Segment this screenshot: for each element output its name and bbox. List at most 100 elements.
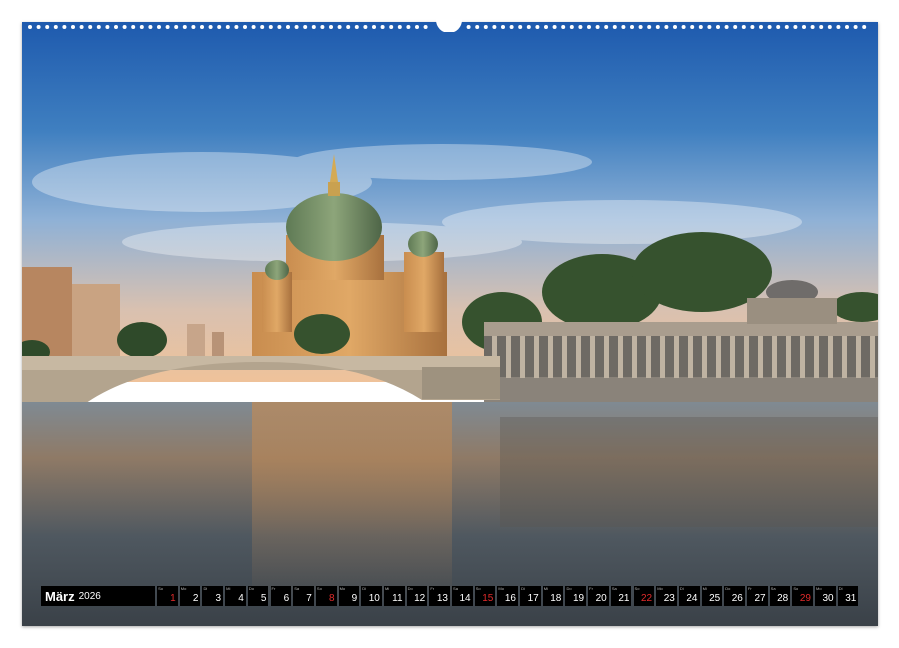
- binding-hole: [209, 25, 213, 29]
- trees: [117, 322, 167, 358]
- month-year: 2026: [79, 591, 101, 602]
- day-cell: Di24: [679, 586, 700, 606]
- weekday-label: Sa: [294, 586, 299, 591]
- colonnade-column: [590, 336, 595, 378]
- binding-hole: [191, 25, 195, 29]
- binding-hole: [295, 25, 299, 29]
- binding-hole: [140, 25, 144, 29]
- binding-hole: [639, 25, 643, 29]
- binding-hole: [45, 25, 49, 29]
- binding-hole: [819, 25, 823, 29]
- weekday-label: Fr: [589, 586, 593, 591]
- binding-hole: [88, 25, 92, 29]
- binding-hole: [277, 25, 281, 29]
- weekday-label: So: [476, 586, 481, 591]
- binding-hole: [80, 25, 84, 29]
- day-cell: Do5: [248, 586, 269, 606]
- binding-hole: [329, 25, 333, 29]
- day-cell: Fr27: [747, 586, 768, 606]
- binding-hole: [802, 25, 806, 29]
- binding-hole: [475, 25, 479, 29]
- weekday-label: So: [793, 586, 798, 591]
- colonnade-column: [716, 336, 721, 378]
- colonnade-column: [786, 336, 791, 378]
- binding-hole: [750, 25, 754, 29]
- binding-hole: [587, 25, 591, 29]
- colonnade-column: [702, 336, 707, 378]
- colonnade-column: [842, 336, 847, 378]
- binding-hole: [363, 25, 367, 29]
- colonnade-column: [618, 336, 623, 378]
- binding-hole: [630, 25, 634, 29]
- weekday-label: Mo: [816, 586, 822, 591]
- day-cell: Fr20: [588, 586, 609, 606]
- calendar-strip: März 2026 So1Mo2Di3Mi4Do5Fr6Sa7So8Mo9Di1…: [41, 586, 858, 606]
- weekday-label: So: [635, 586, 640, 591]
- weekday-label: Sa: [612, 586, 617, 591]
- binding-hole: [518, 25, 522, 29]
- month-label: März 2026: [41, 586, 155, 606]
- colonnade-column: [730, 336, 735, 378]
- weekday-label: Fr: [748, 586, 752, 591]
- binding-hole: [492, 25, 496, 29]
- day-number: 20: [596, 594, 607, 604]
- day-cell: Do26: [724, 586, 745, 606]
- day-cell: Di3: [202, 586, 223, 606]
- binding-hole: [148, 25, 152, 29]
- day-number: 4: [238, 594, 244, 604]
- binding-hole: [596, 25, 600, 29]
- day-cell: So29: [792, 586, 813, 606]
- day-number: 26: [732, 594, 743, 604]
- binding-hole: [673, 25, 677, 29]
- binding-hole: [621, 25, 625, 29]
- binding-hole: [183, 25, 187, 29]
- day-cell: Fr13: [429, 586, 450, 606]
- weekday-label: Mi: [544, 586, 548, 591]
- binding-hole: [811, 25, 815, 29]
- day-cell: Sa28: [770, 586, 791, 606]
- binding-hole: [682, 25, 686, 29]
- day-cell: Mi4: [225, 586, 246, 606]
- weekday-label: Do: [408, 586, 413, 591]
- day-number: 21: [618, 594, 629, 604]
- day-number: 14: [460, 594, 471, 604]
- day-cell: Do12: [407, 586, 428, 606]
- colonnade-column: [744, 336, 749, 378]
- day-number: 29: [800, 594, 811, 604]
- colonnade-column: [660, 336, 665, 378]
- colonnade-column: [576, 336, 581, 378]
- day-number: 19: [573, 594, 584, 604]
- colonnade-column: [562, 336, 567, 378]
- day-number: 3: [216, 594, 222, 604]
- day-number: 16: [505, 594, 516, 604]
- colonnade-column: [548, 336, 553, 378]
- binding-hole: [234, 25, 238, 29]
- weekday-label: Mi: [703, 586, 707, 591]
- day-cell: Sa7: [293, 586, 314, 606]
- weekday-label: Mo: [181, 586, 187, 591]
- day-cell: Mo23: [656, 586, 677, 606]
- colonnade-column: [870, 336, 875, 378]
- binding-hole: [71, 25, 75, 29]
- binding-hole: [854, 25, 858, 29]
- day-cell: Di31: [838, 586, 859, 606]
- binding-hole: [252, 25, 256, 29]
- day-cell: Do19: [565, 586, 586, 606]
- day-number: 5: [261, 594, 267, 604]
- colonnade-column: [688, 336, 693, 378]
- binding-hole: [785, 25, 789, 29]
- day-cell: So22: [634, 586, 655, 606]
- binding-hole: [845, 25, 849, 29]
- colonnade-column: [856, 336, 861, 378]
- day-number: 13: [437, 594, 448, 604]
- day-number: 1: [170, 594, 176, 604]
- binding-hole: [174, 25, 178, 29]
- spiral-binding: [0, 14, 899, 32]
- binding-hole: [776, 25, 780, 29]
- weekday-label: Di: [839, 586, 843, 591]
- day-number: 18: [550, 594, 561, 604]
- binding-hole: [424, 25, 428, 29]
- weekday-label: Fr: [272, 586, 276, 591]
- binding-hole: [570, 25, 574, 29]
- binding-hole: [862, 25, 866, 29]
